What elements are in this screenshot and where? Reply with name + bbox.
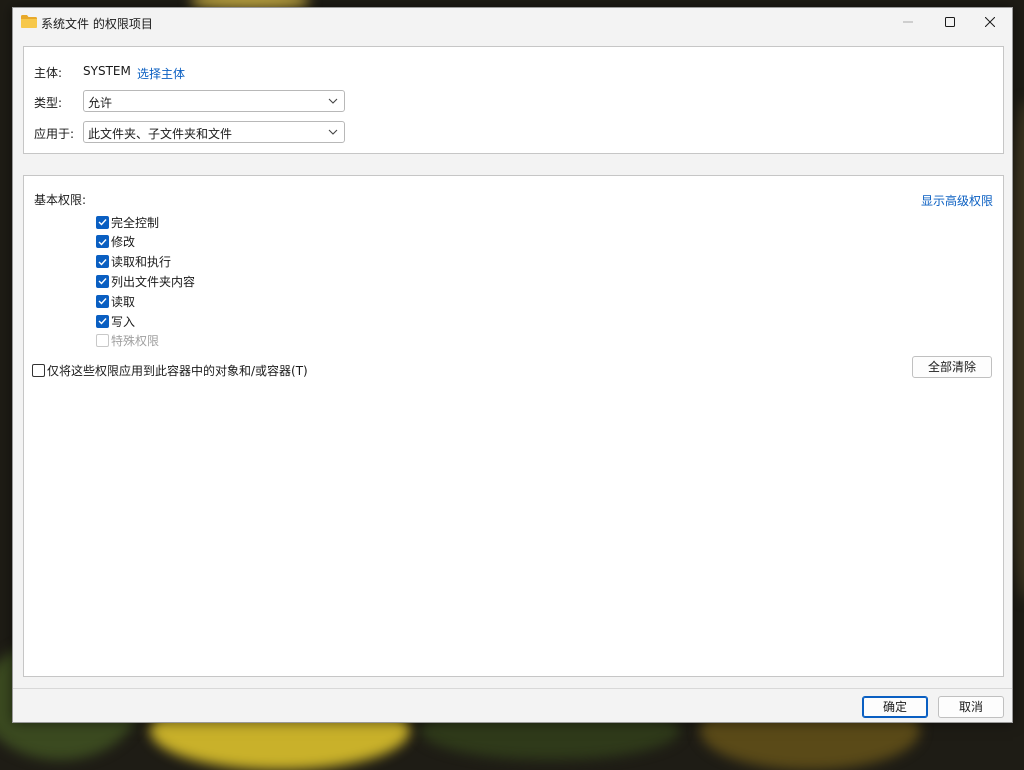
basic-permissions-label: 基本权限: — [34, 193, 87, 207]
type-label: 类型: — [34, 96, 63, 110]
cancel-button[interactable]: 取消 — [938, 696, 1004, 718]
permission-label: 修改 — [111, 235, 136, 250]
checkmark-icon — [98, 219, 107, 226]
permission-row[interactable]: 读取和执行 — [96, 254, 171, 270]
select-principal-link[interactable]: 选择主体 — [137, 65, 185, 82]
type-select[interactable]: 允许 — [83, 90, 345, 112]
permission-label: 读取和执行 — [111, 255, 172, 270]
apply-only-checkbox-row[interactable]: 仅将这些权限应用到此容器中的对象和/或容器(T) — [32, 362, 308, 378]
type-select-value: 允许 — [88, 96, 113, 110]
permission-label: 读取 — [111, 294, 136, 309]
permission-row[interactable]: 读取 — [96, 293, 135, 309]
minimize-button[interactable] — [885, 8, 931, 36]
checkmark-icon — [98, 238, 107, 246]
applies-to-select[interactable]: 此文件夹、子文件夹和文件 — [83, 121, 345, 143]
permission-label: 特殊权限 — [111, 334, 160, 349]
permission-label: 列出文件夹内容 — [111, 274, 196, 289]
applies-to-label: 应用于: — [34, 127, 75, 141]
checkmark-icon — [98, 318, 107, 325]
window-title: 系统文件 的权限项目 — [41, 17, 153, 31]
permission-entry-dialog: 系统文件 的权限项目 主体: SYSTEM 选择主体 类型: 允许 应用于: 此… — [12, 7, 1013, 723]
permission-row[interactable]: 修改 — [96, 234, 135, 250]
permissions-panel: 基本权限: 显示高级权限 完全控制 修改 读取和执行 列出文件夹内容 读取 写入 特殊权限 … — [23, 175, 1004, 677]
minimize-icon — [903, 21, 913, 23]
principal-panel: 主体: SYSTEM 选择主体 类型: 允许 应用于: 此文件夹、子文件夹和文件 — [23, 46, 1004, 154]
ok-button[interactable]: 确定 — [862, 696, 928, 718]
title-bar[interactable]: 系统文件 的权限项目 — [13, 8, 1012, 36]
permission-label: 完全控制 — [111, 215, 160, 230]
permission-checkbox — [96, 334, 109, 348]
permission-checkbox[interactable] — [96, 255, 109, 269]
chevron-down-icon — [328, 129, 338, 135]
permission-row: 特殊权限 — [96, 333, 159, 349]
close-icon — [985, 17, 995, 27]
chevron-down-icon — [328, 98, 338, 104]
apply-only-checkbox[interactable] — [32, 363, 45, 377]
permission-row[interactable]: 写入 — [96, 313, 135, 329]
principal-label: 主体: — [34, 66, 63, 80]
permission-checkbox[interactable] — [96, 274, 109, 288]
applies-to-select-value: 此文件夹、子文件夹和文件 — [88, 127, 233, 141]
close-button[interactable] — [967, 8, 1013, 36]
checkmark-icon — [98, 258, 107, 266]
permission-checkbox[interactable] — [96, 294, 109, 308]
principal-value: SYSTEM — [83, 64, 131, 78]
folder-icon — [21, 15, 37, 28]
footer-divider — [13, 688, 1012, 689]
permission-checkbox[interactable] — [96, 215, 109, 229]
permission-row[interactable]: 列出文件夹内容 — [96, 273, 195, 289]
apply-only-label: 仅将这些权限应用到此容器中的对象和/或容器(T) — [47, 363, 308, 378]
permission-row[interactable]: 完全控制 — [96, 214, 159, 230]
permission-label: 写入 — [111, 314, 136, 329]
show-advanced-permissions-link[interactable]: 显示高级权限 — [921, 192, 993, 209]
checkmark-icon — [98, 278, 107, 285]
permission-checkbox[interactable] — [96, 235, 109, 249]
clear-all-button[interactable]: 全部清除 — [912, 356, 992, 378]
permission-checkbox[interactable] — [96, 314, 109, 328]
maximize-icon — [945, 17, 955, 27]
checkmark-icon — [98, 298, 107, 305]
